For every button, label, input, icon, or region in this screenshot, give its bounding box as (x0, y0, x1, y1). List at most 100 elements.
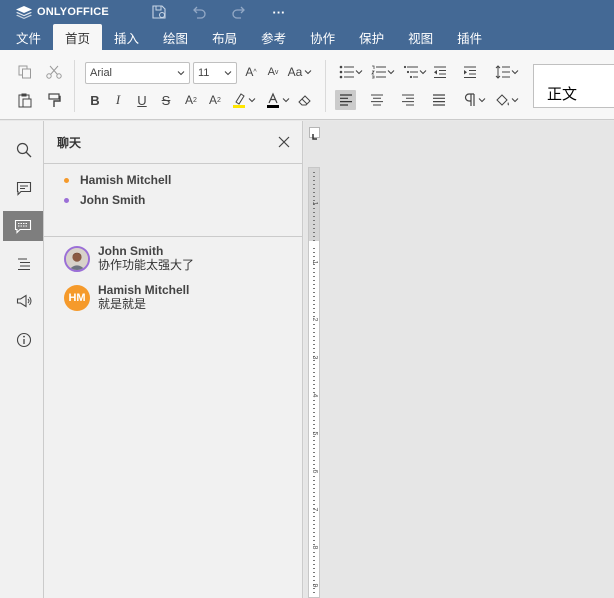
ruler-tick (313, 412, 315, 413)
ruler-tick (313, 448, 315, 449)
ruler-tick (313, 220, 315, 221)
ruler-tick (313, 280, 315, 281)
strikethrough-button[interactable]: S (156, 90, 176, 110)
avatar (64, 246, 90, 272)
ruler-tick (313, 400, 315, 401)
ruler-tick (313, 456, 315, 457)
ruler-tick (313, 564, 315, 565)
tab-insert[interactable]: 插入 (102, 24, 151, 50)
logo-text: ONLYOFFICE (37, 6, 109, 18)
ruler-tick (313, 216, 315, 217)
strikethrough-icon: S (161, 92, 171, 108)
change-case-button[interactable]: Aa (285, 62, 315, 82)
bullets-button[interactable] (336, 62, 366, 82)
vertical-ruler[interactable]: 1 1 2 3 4 5 6 7 8 9 (308, 167, 320, 598)
ruler-tick (313, 180, 315, 181)
align-right-button[interactable] (398, 90, 418, 110)
ruler-tick (313, 240, 315, 241)
home-toolbar: Arial 11 A ^ Av Aa B I U S A2 A2 正文 (0, 50, 614, 120)
font-size-select[interactable]: 11 (193, 62, 237, 84)
align-center-button[interactable] (367, 90, 387, 110)
tab-plugins[interactable]: 插件 (445, 24, 494, 50)
tab-protection[interactable]: 保护 (347, 24, 396, 50)
ruler-tick (313, 184, 315, 185)
underline-button[interactable]: U (132, 90, 152, 110)
copy-icon (18, 65, 31, 79)
decrease-indent-button[interactable] (430, 62, 450, 82)
ruler-tick (313, 476, 315, 477)
toolbar-separator (74, 60, 75, 112)
align-left-button[interactable] (335, 90, 356, 110)
font-color-button[interactable] (263, 90, 293, 110)
increase-indent-button[interactable] (460, 62, 480, 82)
chevron-down-icon (387, 70, 395, 75)
multilevel-list-button[interactable] (400, 62, 430, 82)
bold-button[interactable]: B (85, 90, 105, 110)
font-name-value: Arial (90, 67, 113, 79)
about-button[interactable] (4, 326, 43, 354)
tab-draw[interactable]: 绘图 (151, 24, 200, 50)
message-text: 就是就是 (98, 297, 147, 311)
grow-font-icon: A (245, 65, 254, 79)
ruler-tick (313, 568, 315, 569)
tab-left-icon (312, 134, 317, 140)
highlight-color-button[interactable] (229, 90, 259, 110)
italic-button[interactable]: I (108, 90, 128, 110)
ruler-tick (313, 348, 315, 349)
shading-button[interactable] (492, 90, 522, 110)
user-name: John Smith (80, 193, 146, 207)
pilcrow-icon (464, 93, 475, 106)
ruler-tick (313, 236, 315, 237)
tab-layout[interactable]: 布局 (200, 24, 249, 50)
font-name-select[interactable]: Arial (85, 62, 190, 84)
tab-references[interactable]: 参考 (249, 24, 298, 50)
cut-button[interactable] (43, 62, 65, 82)
chat-message: HM Hamish Mitchell 就是就是 (44, 284, 302, 323)
tab-file[interactable]: 文件 (4, 24, 53, 50)
redo-button[interactable] (219, 0, 259, 24)
more-button[interactable]: ··· (259, 0, 299, 24)
chevron-down-icon (419, 70, 427, 75)
underline-icon: U (137, 92, 147, 108)
ruler-tick (313, 276, 315, 277)
align-center-icon (371, 94, 383, 106)
paragraph-style-normal[interactable]: 正文 (533, 64, 614, 108)
ruler-number: 8 (311, 545, 318, 550)
format-painter-button[interactable] (43, 90, 65, 110)
superscript-button[interactable]: A2 (180, 90, 202, 110)
justify-button[interactable] (429, 90, 449, 110)
decrease-font-button[interactable]: Av (263, 62, 283, 82)
left-sidebar (0, 121, 44, 598)
comments-button[interactable] (4, 174, 43, 202)
shrink-font-icon: A (267, 66, 275, 78)
line-spacing-button[interactable] (492, 62, 522, 82)
onlyoffice-logo-icon (16, 5, 32, 19)
save-button[interactable] (139, 0, 179, 24)
navigation-button[interactable] (4, 250, 43, 278)
clear-formatting-button[interactable] (295, 90, 315, 110)
ruler-tick (313, 296, 315, 297)
ruler-tick (313, 516, 315, 517)
chat-button[interactable] (3, 211, 43, 241)
increase-font-button[interactable]: A ^ (241, 62, 261, 82)
search-button[interactable] (4, 136, 43, 164)
chevron-down-icon (224, 71, 232, 76)
close-chat-button[interactable] (278, 136, 290, 148)
document-canvas[interactable]: 1 1 2 3 4 5 6 7 8 9 (304, 121, 614, 598)
tab-home[interactable]: 首页 (53, 24, 103, 50)
subscript-button[interactable]: A2 (204, 90, 226, 110)
ruler-number: 9 (311, 583, 318, 588)
line-spacing-icon (495, 65, 510, 79)
ruler-number: 7 (311, 507, 318, 512)
tab-collaboration[interactable]: 协作 (298, 24, 347, 50)
tab-stop-selector[interactable] (309, 127, 320, 140)
copy-button[interactable] (14, 62, 36, 82)
feedback-button[interactable] (4, 287, 43, 315)
paste-button[interactable] (14, 90, 36, 110)
tab-view[interactable]: 视图 (396, 24, 445, 50)
nonprinting-characters-button[interactable] (460, 90, 490, 110)
undo-button[interactable] (179, 0, 219, 24)
ruler-tick (313, 192, 315, 193)
ruler-tick (313, 212, 315, 213)
numbering-button[interactable] (368, 62, 398, 82)
